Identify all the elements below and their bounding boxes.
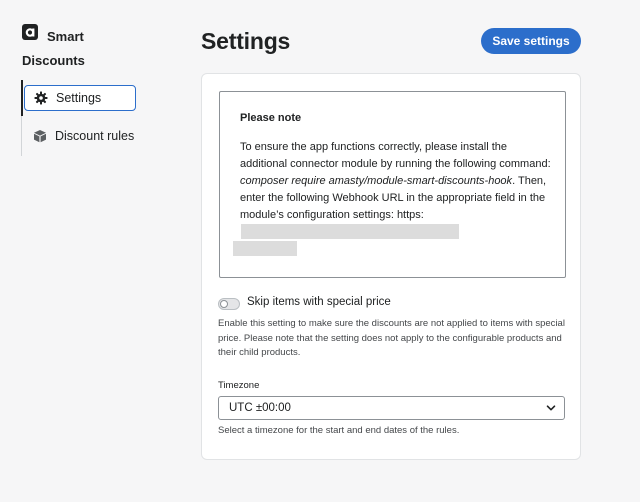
note-command: composer require amasty/module-smart-dis… bbox=[240, 175, 513, 187]
note-text: To ensure the app functions correctly, p… bbox=[240, 139, 552, 242]
settings-card: Please note To ensure the app functions … bbox=[201, 73, 581, 460]
sidebar-item-discount-rules[interactable]: Discount rules bbox=[24, 123, 154, 149]
note-title: Please note bbox=[240, 112, 302, 124]
timezone-help: Select a timezone for the start and end … bbox=[218, 425, 460, 436]
brand-name: Smart Discounts bbox=[22, 29, 85, 68]
note-text-before: To ensure the app functions correctly, p… bbox=[240, 141, 551, 170]
note-box: Please note To ensure the app functions … bbox=[219, 91, 566, 278]
sidebar-nav: Settings Discount rules bbox=[21, 80, 171, 156]
gear-icon bbox=[34, 91, 48, 105]
sidebar-item-label: Settings bbox=[56, 91, 102, 105]
sidebar-item-settings[interactable]: Settings bbox=[24, 85, 136, 111]
sidebar-item-label: Discount rules bbox=[55, 129, 135, 143]
chevron-down-icon bbox=[546, 405, 556, 411]
page-title: Settings bbox=[201, 28, 291, 54]
toggle-knob bbox=[220, 300, 228, 308]
timezone-label: Timezone bbox=[218, 380, 260, 391]
skip-special-price-label: Skip items with special price bbox=[247, 296, 391, 308]
redacted-url-continued bbox=[233, 241, 297, 256]
skip-special-price-toggle[interactable] bbox=[218, 298, 240, 310]
active-indicator bbox=[21, 80, 23, 116]
redacted-url bbox=[241, 224, 459, 239]
box-icon bbox=[34, 130, 46, 143]
save-settings-button[interactable]: Save settings bbox=[481, 28, 581, 54]
skip-special-price-help: Enable this setting to make sure the dis… bbox=[218, 318, 565, 358]
timezone-select[interactable]: UTC ±00:00 bbox=[218, 396, 565, 420]
timezone-value: UTC ±00:00 bbox=[229, 402, 291, 414]
